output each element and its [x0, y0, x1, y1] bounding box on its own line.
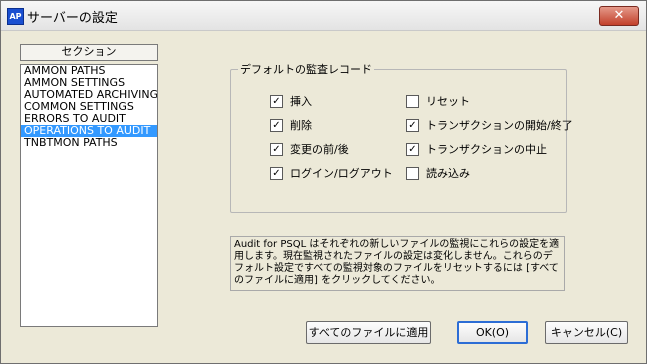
checkbox-label: トランザクションの中止: [426, 143, 547, 156]
group-title: デフォルトの監査レコード: [238, 61, 374, 77]
checkbox-before-after[interactable]: ✓ 変更の前/後: [270, 142, 349, 157]
checkbox-read[interactable]: 読み込み: [406, 166, 470, 181]
info-text: Audit for PSQL はそれぞれの新しいファイルの監視にこれらの設定を適…: [230, 236, 565, 291]
checkbox-transaction-abort[interactable]: ✓ トランザクションの中止: [406, 142, 547, 157]
checkbox-label: 挿入: [290, 95, 312, 108]
checkbox-label: 読み込み: [426, 167, 470, 180]
checkbox-box[interactable]: ✓: [270, 166, 283, 180]
settings-dialog: AP サーバーの設定 ✕ セクション AMMON PATHS AMMON SET…: [0, 0, 647, 364]
dialog-body: セクション AMMON PATHS AMMON SETTINGS AUTOMAT…: [1, 31, 646, 363]
checkbox-label: リセット: [426, 95, 470, 108]
section-list-header: セクション: [20, 44, 158, 61]
checkbox-box[interactable]: ✓: [270, 118, 283, 132]
window-title: サーバーの設定: [27, 11, 118, 26]
close-icon: ✕: [613, 8, 625, 23]
checkbox-label: トランザクションの開始/終了: [426, 119, 573, 132]
section-list[interactable]: AMMON PATHS AMMON SETTINGS AUTOMATED ARC…: [20, 64, 158, 327]
checkbox-reset[interactable]: リセット: [406, 94, 470, 109]
checkbox-transaction-begin-end[interactable]: ✓ トランザクションの開始/終了: [406, 118, 573, 133]
checkbox-login-logout[interactable]: ✓ ログイン/ログアウト: [270, 166, 393, 181]
checkbox-label: 変更の前/後: [290, 143, 349, 156]
default-audit-records-group: [230, 69, 567, 213]
checkbox-insert[interactable]: ✓ 挿入: [270, 94, 312, 109]
apply-all-button[interactable]: すべてのファイルに適用: [306, 321, 431, 344]
title-bar: AP サーバーの設定 ✕: [1, 1, 646, 31]
app-icon: AP: [7, 8, 24, 25]
checkbox-label: 削除: [290, 119, 312, 132]
checkbox-box[interactable]: ✓: [270, 94, 283, 108]
checkbox-box[interactable]: ✓: [406, 142, 419, 156]
checkbox-label: ログイン/ログアウト: [290, 167, 393, 180]
checkbox-box[interactable]: ✓: [406, 118, 419, 132]
close-button[interactable]: ✕: [599, 6, 639, 26]
checkbox-box[interactable]: ✓: [270, 142, 283, 156]
list-item[interactable]: TNBTMON PATHS: [21, 137, 157, 149]
ok-button[interactable]: OK(O): [457, 321, 528, 344]
checkbox-box[interactable]: [406, 94, 419, 108]
checkbox-box[interactable]: [406, 166, 419, 180]
checkbox-delete[interactable]: ✓ 削除: [270, 118, 312, 133]
cancel-button[interactable]: キャンセル(C): [545, 321, 628, 344]
